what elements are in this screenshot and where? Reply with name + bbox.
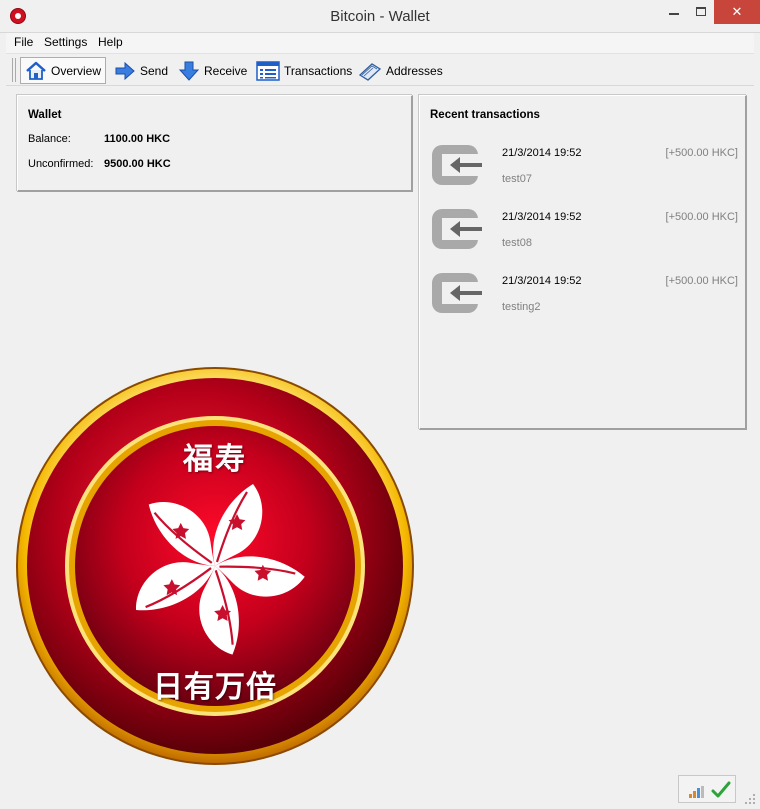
transaction-item[interactable]: 21/3/2014 19:52 [+500.00 HKC] testing2 <box>430 269 738 321</box>
incoming-transaction-icon <box>432 273 482 313</box>
wallet-panel: Wallet Balance: 1100.00 HKC Unconfirmed:… <box>17 95 413 192</box>
toolbar: Overview Send Receive Transactions Addre… <box>6 53 754 86</box>
balance-label: Balance: <box>28 133 71 145</box>
wallet-title: Wallet <box>28 109 62 121</box>
status-bar <box>678 775 736 803</box>
menu-bar: File Settings Help <box>6 33 754 53</box>
coin-graphic <box>16 367 414 765</box>
transaction-item[interactable]: 21/3/2014 19:52 [+500.00 HKC] test08 <box>430 205 738 257</box>
close-button[interactable]: ✕ <box>714 0 760 24</box>
send-label: Send <box>140 63 169 78</box>
addresses-button[interactable]: Addresses <box>354 57 447 84</box>
receive-button[interactable]: Receive <box>174 57 251 84</box>
window-title: Bitcoin - Wallet <box>330 8 430 25</box>
addresses-label: Addresses <box>386 63 443 78</box>
balance-value: 1100.00 HKC <box>104 133 171 145</box>
transaction-date: 21/3/2014 19:52 <box>502 147 582 159</box>
coin-bottom-text: 日有万倍 <box>153 670 277 705</box>
minimize-button[interactable] <box>660 0 688 24</box>
unconfirmed-value: 9500.00 HKC <box>104 158 171 170</box>
send-button[interactable]: Send <box>110 57 172 84</box>
transaction-item[interactable]: 21/3/2014 19:52 [+500.00 HKC] test07 <box>430 141 738 193</box>
maximize-icon <box>696 7 706 16</box>
transaction-label: testing2 <box>502 301 541 313</box>
transaction-amount: [+500.00 HKC] <box>665 211 738 223</box>
send-arrow-icon <box>115 61 135 80</box>
home-icon <box>26 61 46 80</box>
transaction-amount: [+500.00 HKC] <box>665 275 738 287</box>
transaction-amount: [+500.00 HKC] <box>665 147 738 159</box>
resize-grip-icon[interactable] <box>744 793 756 805</box>
transactions-button[interactable]: Transactions <box>252 57 356 84</box>
coin-top-text: 福寿 <box>183 442 247 477</box>
list-icon <box>256 60 280 81</box>
toolbar-grip[interactable] <box>12 58 16 82</box>
maximize-button[interactable] <box>688 0 714 24</box>
transaction-label: test08 <box>502 237 532 249</box>
overview-button[interactable]: Overview <box>20 57 107 84</box>
address-book-icon <box>358 62 382 81</box>
receive-arrow-icon <box>178 61 200 81</box>
receive-label: Receive <box>204 63 248 78</box>
close-icon: ✕ <box>731 4 743 19</box>
transaction-label: test07 <box>502 173 532 185</box>
synced-checkmark-icon[interactable] <box>711 780 731 800</box>
hkcoin-logo: 福寿 日有万倍 <box>15 366 415 766</box>
recent-transactions-panel: Recent transactions 21/3/2014 19:52 [+50… <box>419 95 747 430</box>
unconfirmed-label: Unconfirmed: <box>28 158 94 170</box>
overview-label: Overview <box>51 63 102 78</box>
transaction-date: 21/3/2014 19:52 <box>502 275 582 287</box>
menu-settings[interactable]: Settings <box>44 35 87 49</box>
incoming-transaction-icon <box>432 209 482 249</box>
menu-file[interactable]: File <box>14 35 33 49</box>
minimize-icon <box>669 13 679 15</box>
menu-help[interactable]: Help <box>98 35 123 49</box>
recent-transactions-title: Recent transactions <box>430 109 540 121</box>
title-bar: Bitcoin - Wallet ✕ <box>0 0 760 33</box>
incoming-transaction-icon <box>432 145 482 185</box>
connection-signal-icon[interactable] <box>689 786 707 798</box>
transaction-date: 21/3/2014 19:52 <box>502 211 582 223</box>
transactions-label: Transactions <box>284 63 353 78</box>
